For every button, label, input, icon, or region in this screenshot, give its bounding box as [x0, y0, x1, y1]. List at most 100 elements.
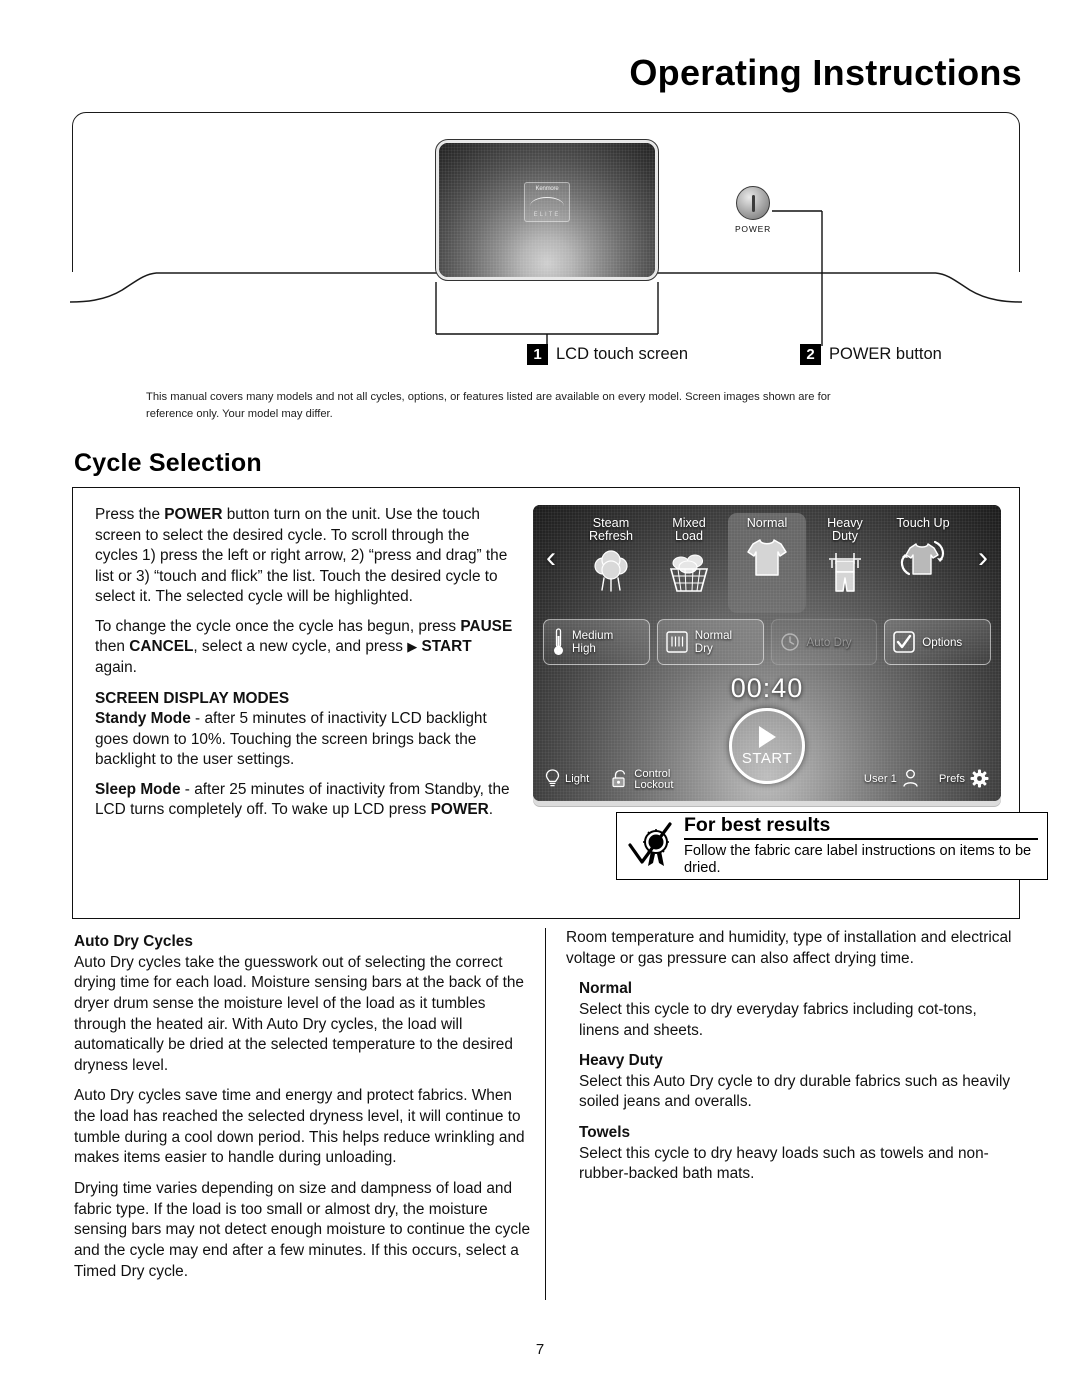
page-number: 7 [535, 1341, 545, 1358]
cycle-carousel[interactable]: Steam Refresh Mixed Load Normal Heavy Du… [533, 513, 1001, 617]
cycle-steam-refresh[interactable]: Steam Refresh [572, 513, 650, 596]
auto-dry-paragraph-2: Auto Dry cycles save time and energy and… [74, 1087, 525, 1167]
option-buttons-row[interactable]: Medium High Normal Dry Auto Dry Options [543, 619, 991, 665]
dryness-icon [666, 631, 688, 653]
cycle-selection-panel: Press the POWER button turn on the unit.… [72, 487, 1048, 919]
callout-label-2: POWER button [829, 345, 942, 363]
cycle-label-line2: Duty [832, 529, 858, 544]
callout-labels: 1 LCD touch screen 2 POWER button [0, 344, 1080, 368]
paragraph-standby-mode: Standy Mode - after 5 minutes of inactiv… [95, 710, 487, 769]
tshirt-refresh-icon [897, 532, 949, 582]
cycle-description-title: Towels [579, 1124, 631, 1142]
option-label-line1: Auto Dry [806, 635, 852, 649]
page-section-heading: Cycle Selection [74, 449, 262, 477]
cycle-touch-up[interactable]: Touch Up [884, 513, 962, 582]
lcd-bottom-bar: Light Control Lockout User 1 Prefs [533, 767, 1001, 793]
option-label-line2: Dry [694, 642, 713, 655]
panel-bottom-curve [70, 272, 1022, 336]
cycle-heavy-duty[interactable]: Heavy Duty [806, 513, 884, 596]
cycle-description-heavy-duty: Heavy Duty Select this Auto Dry cycle to… [579, 1051, 1016, 1113]
option-temperature[interactable]: Medium High [543, 619, 650, 665]
for-best-results-text: Follow the fabric care label instruction… [684, 842, 1032, 876]
control-lockout-label-line1: Control [634, 767, 671, 780]
paragraph-sleep-mode: Sleep Mode - after 25 minutes of inactiv… [95, 780, 510, 819]
page-title: Operating Instructions [629, 52, 1022, 93]
callout-number-1: 1 [527, 344, 548, 365]
control-lockout-label-line2: Lockout [634, 779, 674, 791]
light-label: Light [565, 773, 590, 786]
cycle-normal[interactable]: Normal [728, 513, 806, 613]
power-symbol-icon [751, 194, 755, 212]
cycle-label-line2: Refresh [588, 529, 634, 544]
brand-bottom-text: ELITE [533, 211, 561, 218]
callout-label-1: LCD touch screen [556, 345, 689, 363]
lcd-screen-mockup[interactable]: ‹ › Steam Refresh Mixed Load Normal Heav… [533, 505, 1001, 801]
user-profile-button[interactable]: User 1 [864, 769, 919, 791]
start-button-label: START [741, 749, 793, 767]
lock-icon [611, 769, 629, 791]
play-icon [758, 725, 776, 748]
cycle-label-line1: Steam [592, 516, 630, 530]
cycle-description-title: Normal [579, 980, 633, 998]
cycle-label-line1: Heavy [827, 516, 863, 530]
light-button[interactable]: Light [545, 769, 589, 791]
cycle-selection-copy: Press the POWER button turn on the unit.… [95, 505, 515, 830]
kenmore-elite-logo: Kenmore ELITE [524, 181, 570, 222]
auto-dry-cycles-heading: Auto Dry Cycles [74, 933, 193, 950]
tshirt-icon [743, 532, 791, 582]
gear-icon [970, 769, 989, 791]
power-button-caption: POWER [734, 224, 772, 234]
control-panel-illustration: Kenmore ELITE POWER [70, 112, 1022, 336]
option-options[interactable]: Options [884, 619, 991, 665]
option-label-line1: Medium [572, 629, 614, 643]
prefs-label: Prefs [938, 773, 965, 786]
auto-dry-paragraph-1: Auto Dry cycles take the guesswork out o… [74, 953, 524, 1074]
auto-dry-paragraph-3: Drying time varies depending on size and… [74, 1180, 531, 1280]
screen-display-modes-heading: SCREEN DISPLAY MODES [95, 689, 290, 707]
model-disclaimer: This manual covers many models and not a… [146, 391, 831, 420]
clock-icon [780, 632, 800, 652]
callout-number-2: 2 [800, 344, 821, 365]
cycle-description-body: Select this cycle to dry everyday fabric… [579, 1000, 977, 1039]
callout-power-button: 2 POWER button [800, 344, 942, 365]
option-label-line1: Options [922, 635, 963, 649]
cycle-label-line2: Load [674, 529, 704, 544]
for-best-results-title: For best results [684, 815, 1038, 840]
auto-dry-cycles-column: Auto Dry Cycles Auto Dry cycles take the… [74, 932, 534, 1292]
cycle-description-body: Select this Auto Dry cycle to dry durabl… [579, 1072, 1011, 1111]
cycle-descriptions-column: Room temperature and humidity, type of i… [566, 928, 1016, 1195]
lcd-touch-screen-thumbnail[interactable]: Kenmore ELITE [435, 139, 659, 281]
option-auto-dry[interactable]: Auto Dry [770, 619, 878, 665]
cycle-description-towels: Towels Select this cycle to dry heavy lo… [579, 1123, 1016, 1185]
paragraph-power-intro: Press the POWER button turn on the unit.… [95, 506, 508, 606]
control-lockout-button[interactable]: Control Lockout [611, 767, 674, 792]
power-button-illustration[interactable] [736, 186, 770, 220]
laundry-basket-icon [665, 546, 713, 596]
award-check-icon [626, 818, 682, 874]
callout-lcd-touch-screen: 1 LCD touch screen [527, 344, 688, 365]
column-divider [545, 928, 547, 1300]
drying-factors-paragraph: Room temperature and humidity, type of i… [566, 929, 1012, 967]
option-label-line1: Normal [694, 629, 733, 643]
cycle-time-remaining: 00:40 [730, 673, 804, 703]
user-icon [902, 769, 919, 791]
cycle-mixed-load[interactable]: Mixed Load [650, 513, 728, 596]
paragraph-change-cycle: To change the cycle once the cycle has b… [95, 617, 513, 676]
play-triangle-icon: ▶ [407, 639, 418, 655]
lightbulb-icon [545, 769, 560, 791]
brand-top-text: Kenmore [535, 185, 559, 192]
cycle-description-normal: Normal Select this cycle to dry everyday… [579, 979, 1016, 1041]
brand-swoosh-icon [530, 197, 564, 206]
overalls-icon [823, 546, 867, 596]
prefs-button[interactable]: Prefs [939, 769, 989, 791]
cycle-label-line1: Touch Up [896, 516, 950, 530]
checkbox-icon [893, 631, 916, 653]
cycle-description-title: Heavy Duty [579, 1052, 663, 1070]
for-best-results-box: For best results Follow the fabric care … [616, 812, 1048, 880]
cycle-description-body: Select this cycle to dry heavy loads suc… [579, 1144, 989, 1183]
option-dryness[interactable]: Normal Dry [656, 619, 764, 665]
cycle-label-line1: Normal [746, 516, 788, 530]
option-label-line2: High [572, 642, 596, 655]
cycle-label-line1: Mixed [672, 516, 706, 530]
thermometer-icon [552, 627, 565, 657]
